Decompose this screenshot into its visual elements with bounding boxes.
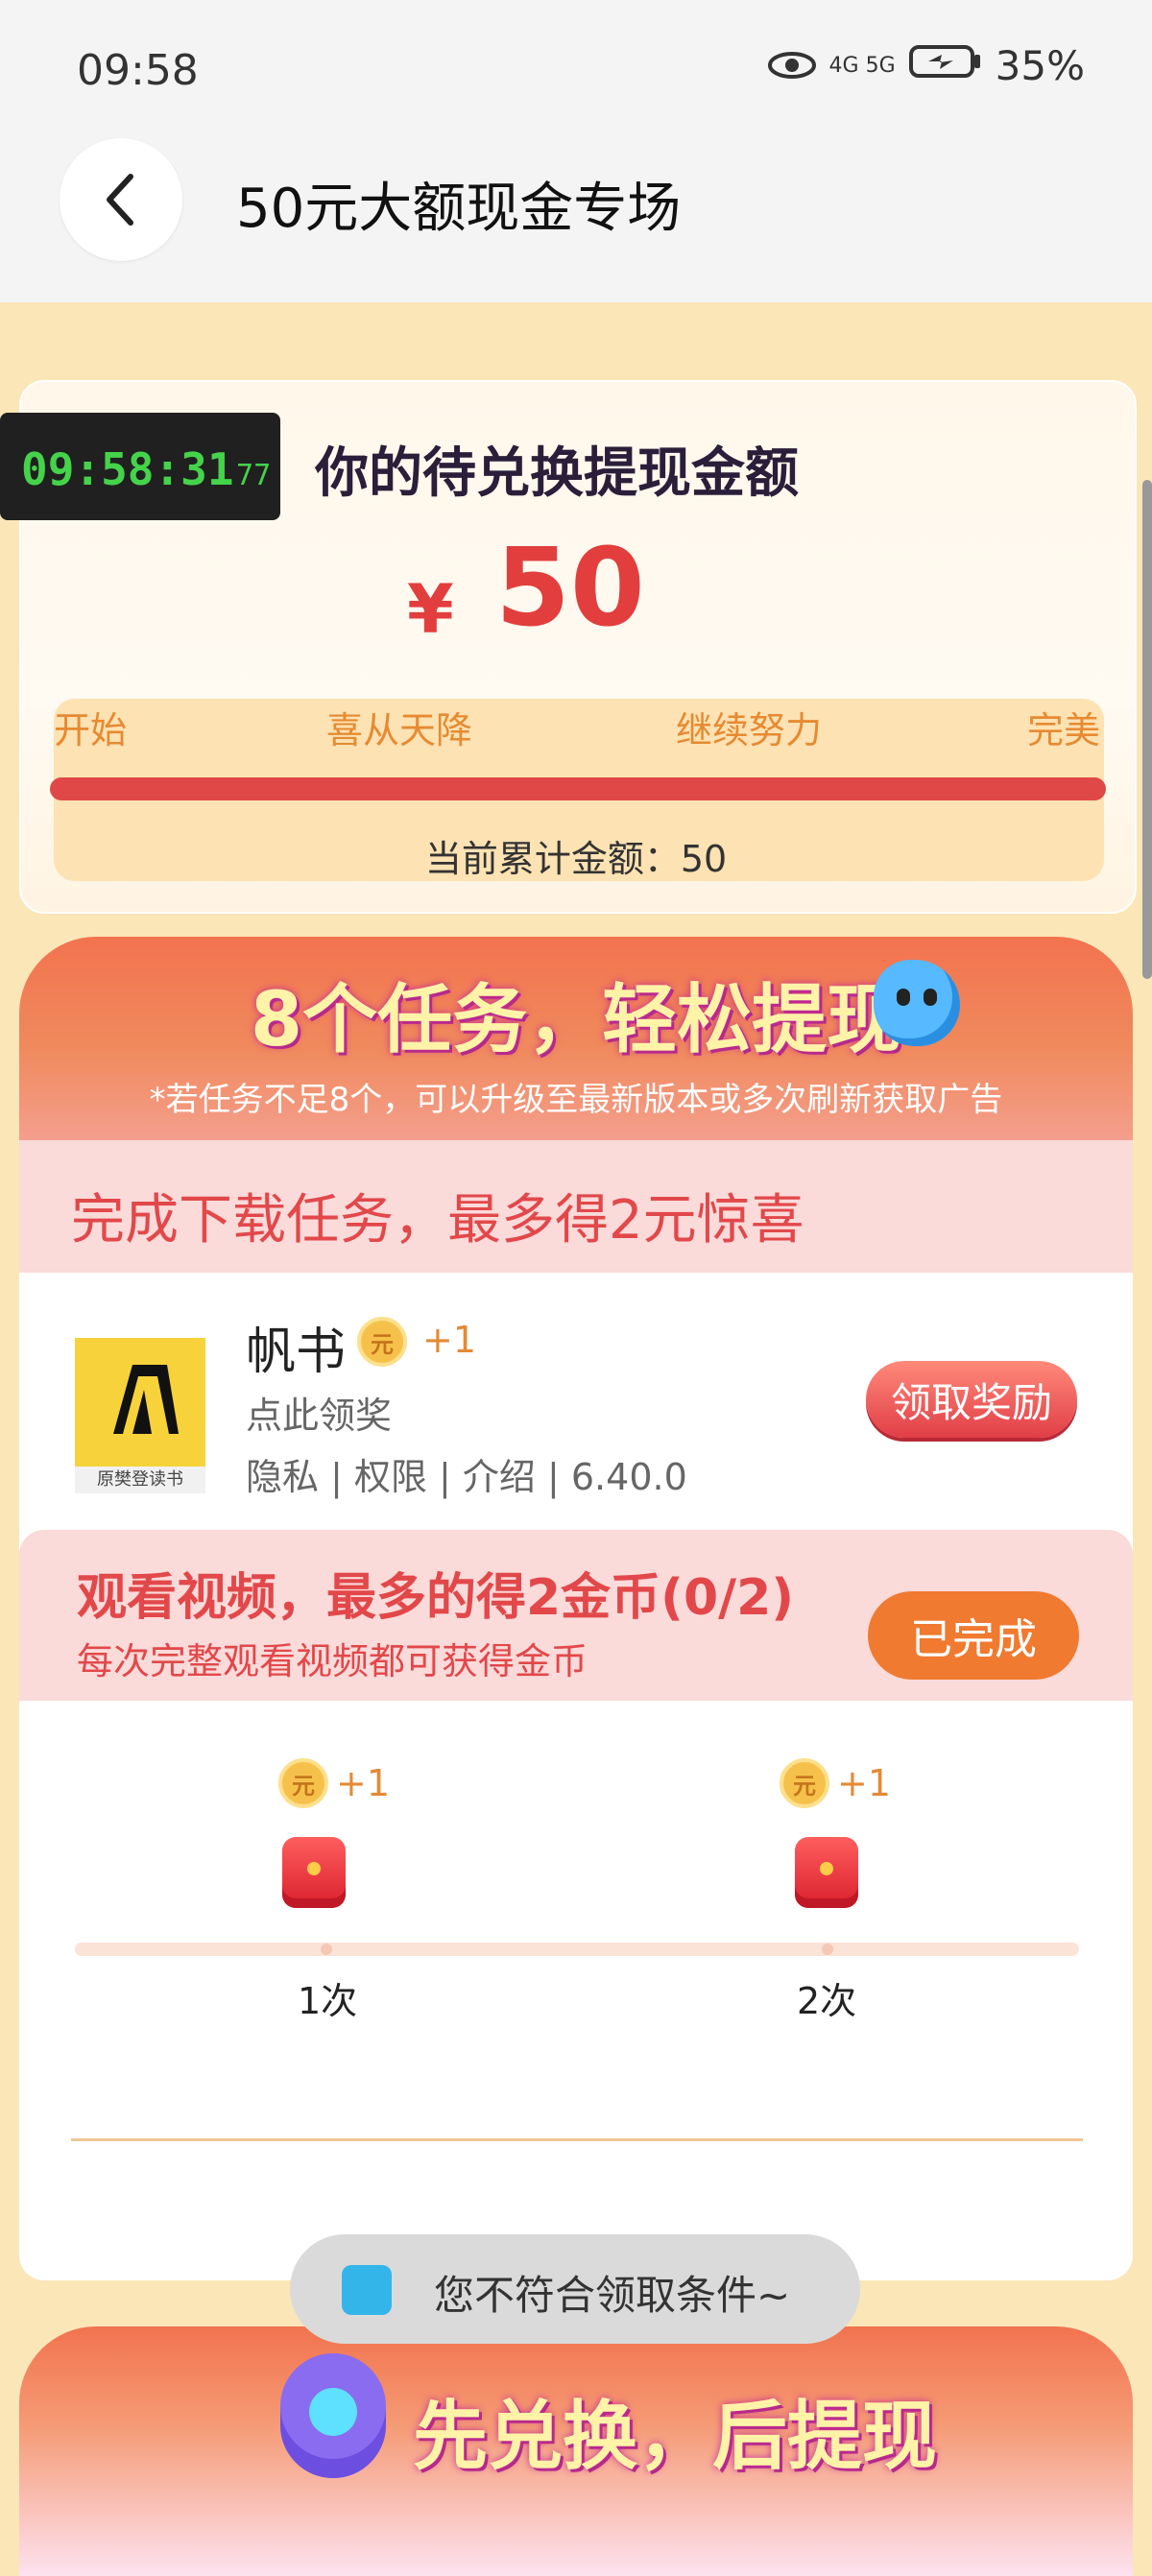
book-logo-icon — [113, 1365, 179, 1434]
status-time: 09:58 — [77, 46, 199, 95]
countdown-timer: 09:58:31 .77 — [0, 413, 280, 520]
stage-perfect: 完美 — [1027, 709, 1101, 751]
red-envelope-icon — [795, 1837, 858, 1908]
stage-keep-going: 继续努力 — [676, 709, 823, 751]
tasks-title-text: 个任务，轻松提现 — [302, 977, 902, 1063]
pending-amount-title: 你的待兑换提现金额 — [315, 442, 799, 505]
reward-1-plus: +1 — [336, 1762, 391, 1804]
current-total: 当前累计金额：50 — [424, 838, 728, 880]
timer-main: 09:58:31 — [21, 443, 234, 495]
progress-bar — [50, 777, 1106, 800]
battery-icon — [908, 42, 982, 89]
coin-icon: 元 — [357, 1317, 407, 1367]
pending-amount: 50 — [495, 526, 645, 651]
timer-ms: .77 — [219, 459, 272, 492]
battery-level: 35% — [995, 42, 1085, 89]
claim-reward-button[interactable]: 领取奖励 — [866, 1361, 1077, 1438]
completed-button[interactable]: 已完成 — [868, 1591, 1079, 1680]
tasks-note: *若任务不足8个，可以升级至最新版本或多次刷新获取广告 — [149, 1081, 1003, 1119]
coin-reward: +1 — [422, 1319, 477, 1361]
download-task-title: 完成下载任务，最多得2元惊喜 — [71, 1189, 804, 1252]
red-envelope-icon — [282, 1837, 346, 1908]
track-dot-2 — [822, 1944, 833, 1955]
reward-2-label: 2次 — [797, 1980, 857, 2022]
chevron-left-icon — [107, 174, 133, 226]
currency-symbol: ¥ — [407, 570, 454, 649]
stage-start: 开始 — [54, 709, 128, 751]
app-icon-tag: 原樊登读书 — [75, 1467, 205, 1493]
signal-icon: 4G 5G — [828, 54, 896, 78]
claim-hint[interactable]: 点此领奖 — [246, 1386, 392, 1439]
track-dot-1 — [321, 1944, 332, 1955]
app-name: 帆书 — [246, 1324, 347, 1381]
coin-icon: 元 — [278, 1758, 328, 1808]
tasks-count: 8 — [250, 977, 303, 1063]
coin-icon: 元 — [780, 1758, 829, 1808]
back-button[interactable] — [60, 138, 182, 261]
mascot-icon — [280, 2353, 386, 2478]
reward-track — [75, 1943, 1079, 1956]
app-icon[interactable]: 原樊登读书 — [75, 1338, 205, 1493]
stage-surprise: 喜从天降 — [326, 709, 473, 751]
reward-1-label: 1次 — [298, 1980, 358, 2022]
tasks-title: 8个任务，轻松提现 — [0, 960, 1152, 1067]
star-mascot-icon — [874, 960, 960, 1046]
book-app-icon — [342, 2265, 392, 2315]
eye-icon — [767, 42, 816, 89]
video-task-subtitle: 每次完整观看视频都可获得金币 — [77, 1640, 588, 1682]
app-meta-links[interactable]: 隐私 | 权限 | 介绍 | 6.40.0 — [246, 1447, 687, 1500]
video-task-title: 观看视频，最多的得2金币(0/2) — [77, 1569, 795, 1627]
toast: 您不符合领取条件~ — [290, 2234, 860, 2344]
page-title: 50元大额现金专场 — [236, 178, 682, 240]
reward-2-coin: 元 +1 — [780, 1758, 891, 1808]
exchange-banner-title: 先兑换，后提现 — [413, 2394, 938, 2480]
toast-text: 您不符合领取条件~ — [434, 2272, 791, 2319]
status-icons: 4G 5G 35% — [767, 42, 1085, 89]
reward-1-coin: 元 +1 — [278, 1758, 390, 1808]
section-divider — [71, 2138, 1083, 2141]
scrollbar[interactable] — [1142, 480, 1152, 979]
reward-2-plus: +1 — [837, 1762, 892, 1804]
